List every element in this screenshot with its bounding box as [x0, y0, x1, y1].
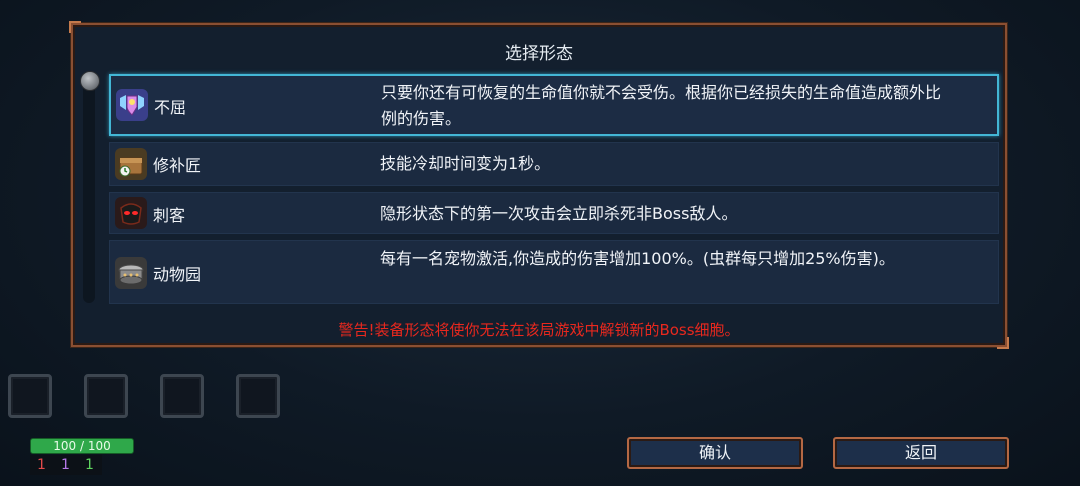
mutation-row-assassin[interactable]: 刺客 隐形状态下的第一次攻击会立即杀死非Boss敌人。 — [109, 192, 999, 234]
inventory-slot-3[interactable] — [160, 374, 204, 418]
mutation-name: 修补匠 — [153, 156, 202, 175]
inventory-slot-2[interactable] — [84, 374, 128, 418]
brutality-stat: 1 — [37, 457, 46, 473]
back-button[interactable]: 返回 — [833, 437, 1009, 469]
mutation-row-zoo[interactable]: 动物园 每有一名宠物激活,你造成的伤害增加100%。(虫群每只增加25%伤害)。 — [109, 240, 999, 304]
shield-wings-icon — [116, 89, 148, 121]
pet-cage-icon — [115, 257, 147, 289]
mutation-dialog: 选择形态 不屈 只要你还有可恢复的生命值你就不会受伤。根据你已经损失的生命值造成… — [69, 21, 1009, 349]
tactics-stat: 1 — [61, 457, 70, 473]
red-eyes-mask-icon — [115, 197, 147, 229]
mutation-name: 动物园 — [153, 265, 202, 284]
survival-stat: 1 — [85, 457, 94, 473]
mutation-description: 只要你还有可恢复的生命值你就不会受伤。根据你已经损失的生命值造成额外比例的伤害。 — [381, 83, 942, 128]
mutation-row-unyielding[interactable]: 不屈 只要你还有可恢复的生命值你就不会受伤。根据你已经损失的生命值造成额外比例的… — [109, 74, 999, 136]
mutation-row-tinkerer[interactable]: 修补匠 技能冷却时间变为1秒。 — [109, 142, 999, 186]
stat-counters: 1 1 1 — [30, 455, 102, 475]
inventory-slot-4[interactable] — [236, 374, 280, 418]
confirm-button[interactable]: 确认 — [627, 437, 803, 469]
scrollbar-track[interactable] — [83, 75, 95, 303]
health-bar: 100 / 100 — [30, 438, 134, 454]
treasure-chest-clock-icon — [115, 148, 147, 180]
dialog-title: 选择形态 — [505, 44, 573, 64]
mutation-name: 刺客 — [153, 206, 186, 225]
scrollbar-knob[interactable] — [80, 71, 100, 91]
mutation-name: 不屈 — [154, 98, 187, 117]
mutation-description: 技能冷却时间变为1秒。 — [380, 154, 551, 173]
mutation-list: 不屈 只要你还有可恢复的生命值你就不会受伤。根据你已经损失的生命值造成额外比例的… — [109, 74, 999, 310]
warning-text: 警告!装备形态将使你无法在该局游戏中解锁新的Boss细胞。 — [338, 321, 740, 339]
mutation-description: 每有一名宠物激活,你造成的伤害增加100%。(虫群每只增加25%伤害)。 — [380, 249, 895, 268]
inventory-slot-1[interactable] — [8, 374, 52, 418]
mutation-description: 隐形状态下的第一次攻击会立即杀死非Boss敌人。 — [380, 204, 738, 223]
